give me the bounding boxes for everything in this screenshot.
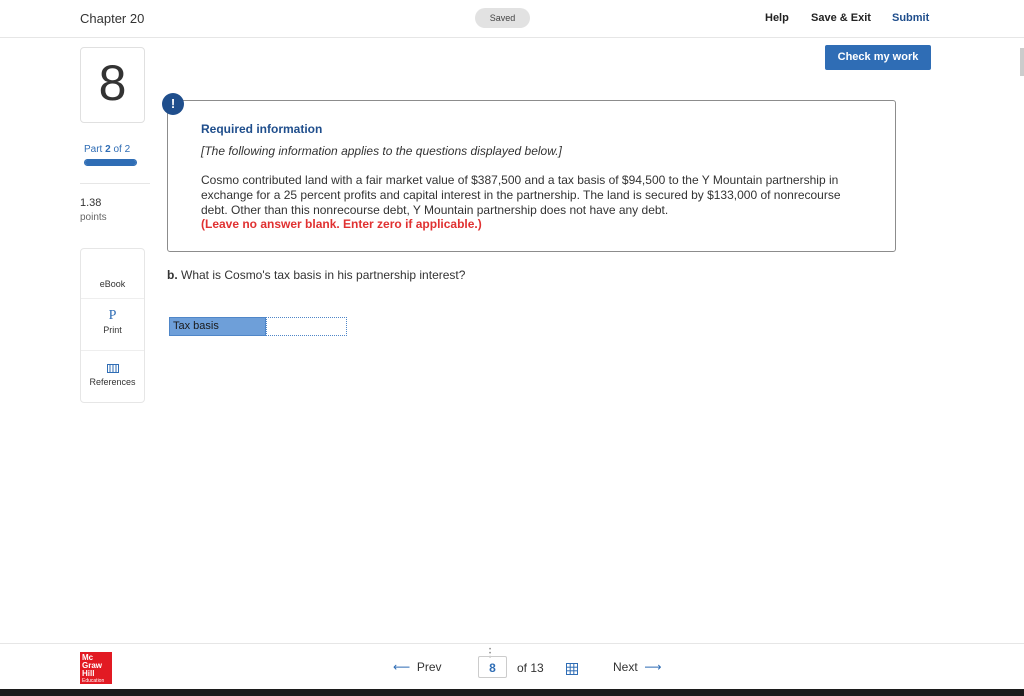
question-body: What is Cosmo's tax basis in his partner… <box>177 268 466 282</box>
page-total: of 13 <box>517 661 544 675</box>
info-warning: (Leave no answer blank. Enter zero if ap… <box>201 217 482 231</box>
save-exit-link[interactable]: Save & Exit <box>811 12 871 24</box>
next-button[interactable]: Next ⟶ <box>613 660 662 674</box>
references-label: References <box>89 377 136 387</box>
scrollbar-handle[interactable] <box>1020 48 1024 76</box>
arrow-right-icon: ⟶ <box>644 660 662 674</box>
question-number-box: 8 <box>80 47 145 123</box>
info-body: Cosmo contributed land with a fair marke… <box>201 173 841 217</box>
saved-status-badge: Saved <box>475 8 530 28</box>
info-subtitle: [The following information applies to th… <box>201 144 562 158</box>
logo-line-4: Education <box>82 678 105 684</box>
question-grid-icon[interactable] <box>566 663 578 675</box>
next-label: Next <box>613 660 638 674</box>
top-bar: Chapter 20 Saved Help Save & Exit Submit <box>0 0 1024 38</box>
prev-button[interactable]: ⟵ Prev <box>393 660 442 674</box>
ebook-label: eBook <box>99 279 126 289</box>
part-progress-bar <box>84 159 137 166</box>
print-icon: P <box>108 308 117 323</box>
part-suffix: of 2 <box>110 144 131 155</box>
question-prefix: b. <box>167 268 178 282</box>
mcgraw-hill-logo: Mc Graw Hill Education <box>80 652 112 684</box>
required-information-box: Required information [The following info… <box>167 100 896 252</box>
tools-panel: eBook P Print References <box>80 248 145 403</box>
alert-icon: ! <box>162 93 184 115</box>
current-page-box[interactable]: 8 <box>478 656 507 678</box>
question-text: b. What is Cosmo's tax basis in his part… <box>167 268 465 282</box>
logo-line-3: Hill <box>82 669 95 678</box>
chapter-title: Chapter 20 <box>80 11 145 26</box>
arrow-left-icon: ⟵ <box>393 660 411 674</box>
references-icon <box>106 364 119 373</box>
ebook-button[interactable]: eBook <box>81 249 144 299</box>
points-value: 1.38 <box>80 197 102 209</box>
references-button[interactable]: References <box>81 351 144 403</box>
taskbar-strip <box>0 689 1024 696</box>
help-link[interactable]: Help <box>765 12 789 24</box>
tax-basis-label: Tax basis <box>169 317 266 336</box>
print-label: Print <box>103 325 122 335</box>
question-number: 8 <box>98 55 127 111</box>
part-indicator: Part 2 of 2 <box>84 144 130 155</box>
tax-basis-input[interactable] <box>266 317 347 336</box>
part-progress-fill <box>85 160 136 165</box>
info-title: Required information <box>201 122 323 136</box>
sidebar-divider <box>80 183 150 184</box>
submit-link[interactable]: Submit <box>892 12 929 24</box>
print-button[interactable]: P Print <box>81 299 144 351</box>
part-prefix: Part <box>84 144 106 155</box>
answer-row: Tax basis <box>169 317 347 336</box>
prev-label: Prev <box>416 660 442 674</box>
check-my-work-button[interactable]: Check my work <box>825 45 931 70</box>
points-label: points <box>80 212 107 223</box>
